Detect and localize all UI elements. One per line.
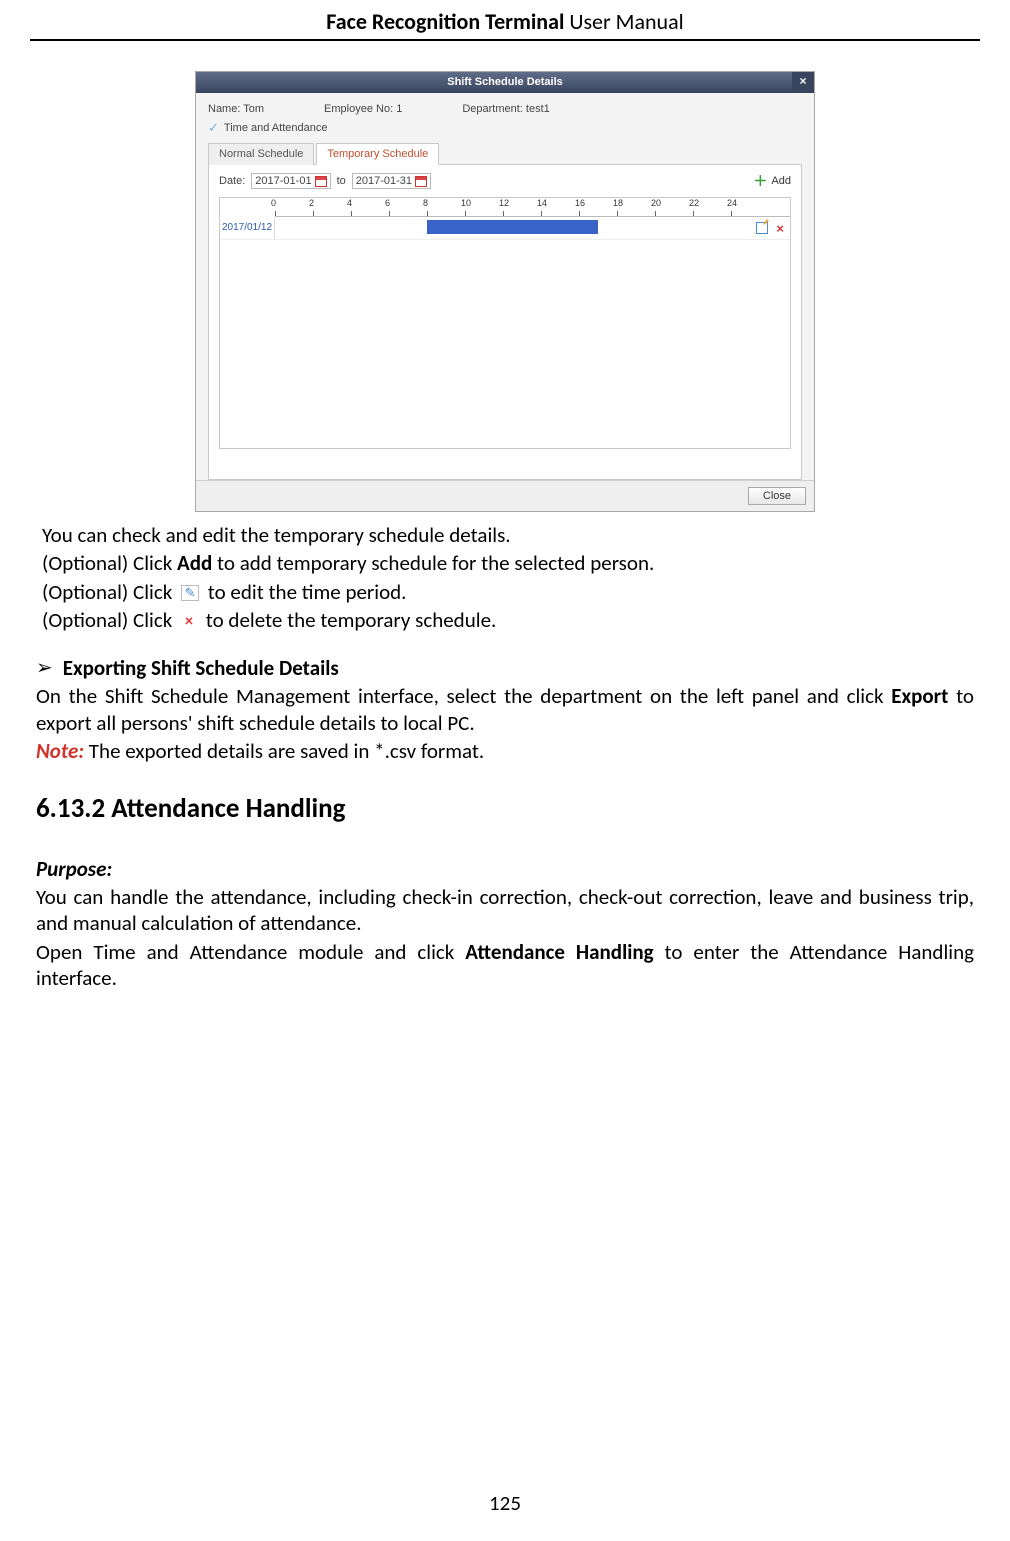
para: (Optional) Click Add to add temporary sc… <box>36 550 974 576</box>
dept-label: Department: <box>462 103 523 115</box>
hour-tick: 12 <box>499 198 509 208</box>
para: (Optional) Click × to delete the tempora… <box>36 607 974 633</box>
date-to-value: 2017-01-31 <box>356 175 412 187</box>
hour-tick: 20 <box>651 198 661 208</box>
shift-schedule-dialog: Shift Schedule Details × Name: Tom Emplo… <box>195 71 815 512</box>
para: On the Shift Schedule Management interfa… <box>36 683 974 736</box>
delete-icon: × <box>181 615 197 629</box>
hour-tick: 14 <box>537 198 547 208</box>
header-title-bold: Face Recognition Terminal <box>326 8 564 35</box>
section-heading: 6.13.2 Attendance Handling <box>36 792 974 826</box>
add-button[interactable]: ＋ Add <box>753 174 791 188</box>
edit-icon: ✎ <box>181 585 199 601</box>
arrow-icon: ➢ <box>36 656 53 681</box>
calendar-icon[interactable] <box>315 176 327 187</box>
sub-heading: ➢ Exporting Shift Schedule Details <box>36 655 974 681</box>
hour-tick: 24 <box>727 198 737 208</box>
hour-tick: 2 <box>309 198 314 208</box>
page-header: Face Recognition Terminal User Manual <box>30 0 980 41</box>
timeline-row: 2017/01/12 × <box>220 217 790 240</box>
dialog-title: Shift Schedule Details <box>447 76 563 88</box>
dialog-figure: Shift Schedule Details × Name: Tom Emplo… <box>30 71 980 512</box>
para: (Optional) Click ✎ to edit the time peri… <box>36 579 974 605</box>
purpose-heading: Purpose: <box>36 856 974 882</box>
hour-tick: 16 <box>575 198 585 208</box>
plus-icon: ＋ <box>753 174 767 188</box>
hour-tick: 0 <box>271 198 276 208</box>
date-sep: to <box>337 175 346 187</box>
row-track[interactable] <box>275 217 750 239</box>
emp-value: 1 <box>396 103 402 115</box>
hour-tick: 4 <box>347 198 352 208</box>
calendar-icon[interactable] <box>415 176 427 187</box>
tab-bar: Normal Schedule Temporary Schedule <box>208 142 802 165</box>
dialog-info-row: Name: Tom Employee No: 1 Department: tes… <box>208 103 802 115</box>
hour-tick: 6 <box>385 198 390 208</box>
name-value: Tom <box>243 103 264 115</box>
tab-content: Date: 2017-01-01 to 2017-01-31 ＋ Add <box>208 165 802 480</box>
delete-icon[interactable]: × <box>776 222 784 235</box>
schedule-segment[interactable] <box>427 220 598 234</box>
hours-ruler: 0 2 4 6 8 10 12 14 16 18 20 22 2 <box>275 198 790 217</box>
date-from-input[interactable]: 2017-01-01 <box>251 173 330 189</box>
dialog-footer: Close <box>196 480 814 511</box>
hour-tick: 18 <box>613 198 623 208</box>
hour-tick: 8 <box>423 198 428 208</box>
dept-value: test1 <box>526 103 550 115</box>
tab-temporary-schedule[interactable]: Temporary Schedule <box>316 143 439 165</box>
para: You can handle the attendance, including… <box>36 884 974 937</box>
hour-tick: 22 <box>689 198 699 208</box>
name-label: Name: <box>208 103 240 115</box>
date-from-value: 2017-01-01 <box>255 175 311 187</box>
row-date: 2017/01/12 <box>220 217 275 239</box>
hour-tick: 10 <box>461 198 471 208</box>
para: You can check and edit the temporary sch… <box>36 522 974 548</box>
date-label: Date: <box>219 175 245 187</box>
emp-label: Employee No: <box>324 103 393 115</box>
dialog-titlebar: Shift Schedule Details × <box>196 72 814 93</box>
edit-icon[interactable] <box>756 222 768 234</box>
page-number: 125 <box>0 1490 1010 1516</box>
close-icon[interactable]: × <box>792 72 814 93</box>
timeline-area: 0 2 4 6 8 10 12 14 16 18 20 22 2 <box>219 197 791 449</box>
note-para: Note: The exported details are saved in … <box>36 738 974 764</box>
sub-heading-text: Exporting Shift Schedule Details <box>63 655 339 681</box>
close-button[interactable]: Close <box>748 487 806 505</box>
checkbox-label: Time and Attendance <box>224 122 328 134</box>
tab-normal-schedule[interactable]: Normal Schedule <box>208 143 314 165</box>
note-label: Note: <box>36 738 84 764</box>
para: Open Time and Attendance module and clic… <box>36 939 974 992</box>
check-icon: ✓ <box>208 121 219 134</box>
time-attendance-checkbox[interactable]: ✓ Time and Attendance <box>208 121 802 134</box>
date-to-input[interactable]: 2017-01-31 <box>352 173 431 189</box>
header-title-rest: User Manual <box>564 8 683 35</box>
add-label: Add <box>771 175 791 187</box>
